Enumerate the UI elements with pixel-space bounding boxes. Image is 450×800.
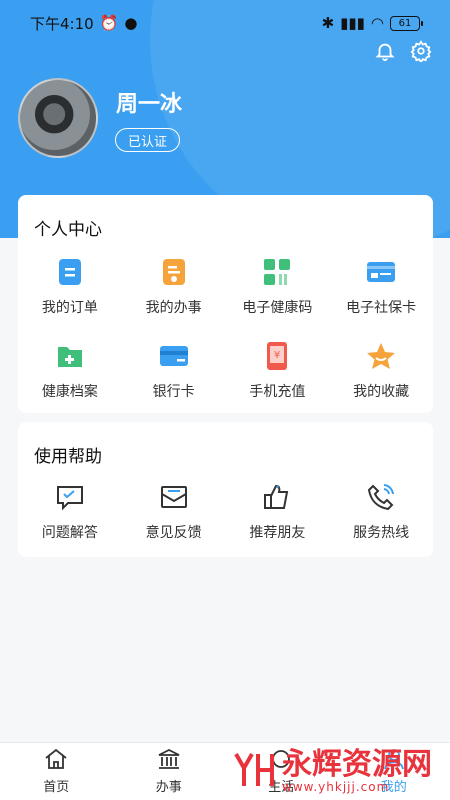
health-file-icon <box>55 341 85 371</box>
menu-item-favorites[interactable]: 我的收藏 <box>329 341 433 401</box>
menu-item-health-file[interactable]: 健康档案 <box>18 341 122 401</box>
menu-item-label: 我的办事 <box>145 300 202 316</box>
nav-label: 首页 <box>43 780 70 795</box>
menu-item-label: 我的订单 <box>41 300 98 316</box>
wifi-icon: ◠ <box>370 14 384 32</box>
menu-item-affairs[interactable]: 我的办事 <box>122 257 226 317</box>
menu-item-label: 银行卡 <box>152 384 195 400</box>
menu-item-social-card[interactable]: 电子社保卡 <box>329 257 433 317</box>
menu-item-label: 健康档案 <box>41 384 98 400</box>
help-item-label: 意见反馈 <box>145 525 202 541</box>
order-icon <box>55 257 85 287</box>
bank-icon <box>157 748 181 774</box>
menu-item-label: 电子健康码 <box>242 300 313 316</box>
social-card-icon <box>366 257 396 287</box>
affairs-icon <box>159 257 189 287</box>
feedback-icon <box>159 482 189 512</box>
help-item-faq[interactable]: 问题解答 <box>18 482 122 542</box>
status-time: 下午4:10 <box>30 14 94 33</box>
svg-text:¥: ¥ <box>274 350 280 361</box>
menu-item-label: 我的收藏 <box>353 384 410 400</box>
faq-icon <box>55 482 85 512</box>
health-code-icon <box>262 257 292 287</box>
battery-icon: 61 <box>390 15 423 31</box>
thumbs-up-icon <box>262 482 292 512</box>
personal-center-title: 个人中心 <box>34 220 102 240</box>
help-item-recommend[interactable]: 推荐朋友 <box>226 482 330 542</box>
menu-item-label: 手机充值 <box>249 384 306 400</box>
menu-item-phone-recharge[interactable]: ¥ 手机充值 <box>226 341 330 401</box>
watermark: 永辉资源网 www.yhkjjj.com <box>232 750 432 794</box>
menu-item-orders[interactable]: 我的订单 <box>18 257 122 317</box>
help-item-feedback[interactable]: 意见反馈 <box>122 482 226 542</box>
help-item-label: 问题解答 <box>41 525 98 541</box>
signal-icon: ▮▮▮ <box>340 14 365 32</box>
nav-affairs[interactable]: 办事 <box>113 743 226 800</box>
app-notify-icon: ● <box>124 14 138 32</box>
help-item-hotline[interactable]: 服务热线 <box>329 482 433 542</box>
personal-center-grid: 我的订单 我的办事 电子健康码 电子社保卡 健康档案 银行卡 ¥ 手机充值 我的 <box>18 257 433 401</box>
alarm-icon: ⏰ <box>99 14 119 32</box>
phone-icon <box>366 482 396 512</box>
watermark-url: www.yhkjjj.com <box>282 780 390 794</box>
personal-center-card: 个人中心 我的订单 我的办事 电子健康码 电子社保卡 健康档案 银行卡 ¥ 手机… <box>18 195 433 413</box>
help-item-label: 服务热线 <box>353 525 410 541</box>
phone-recharge-icon: ¥ <box>262 341 292 371</box>
help-item-label: 推荐朋友 <box>249 525 306 541</box>
home-icon <box>44 748 68 774</box>
star-icon <box>366 341 396 371</box>
menu-item-bank-card[interactable]: 银行卡 <box>122 341 226 401</box>
menu-item-label: 电子社保卡 <box>346 300 417 316</box>
watermark-logo-icon <box>232 750 276 794</box>
help-grid: 问题解答 意见反馈 推荐朋友 服务热线 <box>18 482 433 542</box>
bluetooth-icon: ✱ <box>321 14 335 32</box>
bell-icon[interactable] <box>374 40 396 66</box>
user-name: 周一冰 <box>116 92 183 117</box>
nav-home[interactable]: 首页 <box>0 743 113 800</box>
help-card: 使用帮助 问题解答 意见反馈 推荐朋友 服务热线 <box>18 422 433 557</box>
help-title: 使用帮助 <box>34 447 102 467</box>
avatar[interactable] <box>18 78 98 158</box>
bank-card-icon <box>159 341 189 371</box>
menu-item-health-code[interactable]: 电子健康码 <box>226 257 330 317</box>
verified-badge: 已认证 <box>115 128 181 152</box>
nav-label: 办事 <box>155 780 182 795</box>
watermark-text: 永辉资源网 <box>282 747 432 782</box>
gear-icon[interactable] <box>410 40 432 66</box>
